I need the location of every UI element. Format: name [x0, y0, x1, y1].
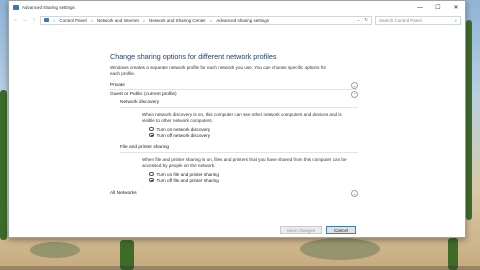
- radio-button[interactable]: [149, 126, 154, 132]
- radio-label: Turn off file and printer sharing: [156, 177, 219, 183]
- breadcrumb-advanced-sharing[interactable]: Advanced sharing settings: [216, 18, 269, 23]
- profile-all-networks-label: All Networks: [110, 191, 137, 196]
- close-button[interactable]: ✕: [447, 1, 465, 14]
- divider: [120, 107, 358, 108]
- breadcrumb-network-sharing-center[interactable]: Network and Sharing Center: [149, 18, 206, 23]
- radio-file-sharing-off[interactable]: Turn off file and printer sharing: [120, 177, 358, 183]
- cancel-button[interactable]: Cancel: [326, 226, 356, 234]
- page-description: Windows creates a separate network profi…: [110, 65, 327, 76]
- file-printer-sharing-description: When file and printer sharing is on, fil…: [142, 157, 347, 168]
- cactus-decoration: [466, 20, 472, 220]
- window-title: Advanced sharing settings: [22, 5, 75, 10]
- divider: [120, 152, 358, 153]
- chevron-down-icon[interactable]: ⌄: [351, 81, 358, 89]
- footer-buttons: Save changes Cancel: [280, 226, 356, 234]
- profile-private[interactable]: Private ⌄: [110, 81, 358, 90]
- search-placeholder: Search Control Panel: [379, 17, 422, 23]
- radio-label: Turn off network discovery: [156, 132, 211, 138]
- radio-button-checked[interactable]: [149, 177, 154, 183]
- network-discovery-title: Network discovery: [120, 100, 160, 105]
- profile-all-networks[interactable]: All Networks ⌄: [110, 189, 358, 198]
- file-printer-sharing-title: File and printer sharing: [120, 145, 170, 150]
- bush-decoration: [300, 238, 380, 260]
- profile-guest-public[interactable]: Guest or Public (current profile) ⌃: [110, 90, 358, 99]
- radio-label: Turn on network discovery: [156, 126, 211, 132]
- network-discovery-description: When network discovery is on, this compu…: [142, 112, 342, 123]
- profile-private-label: Private: [110, 82, 125, 88]
- breadcrumb-network-internet[interactable]: Network and Internet: [97, 18, 139, 23]
- bush-decoration: [30, 242, 80, 258]
- chevron-up-icon[interactable]: ⌃: [351, 91, 358, 98]
- breadcrumb-separator: >: [90, 17, 93, 23]
- refresh-icon[interactable]: ↻: [364, 17, 368, 23]
- radio-button-checked[interactable]: [149, 132, 154, 138]
- profile-guest-public-label: Guest or Public (current profile): [110, 92, 177, 97]
- chevron-down-icon[interactable]: ⌄: [351, 190, 358, 197]
- maximize-button[interactable]: ☐: [429, 1, 447, 14]
- save-changes-button[interactable]: Save changes: [280, 226, 322, 234]
- address-dropdown-icon[interactable]: ⌄: [356, 17, 360, 23]
- sharing-settings-panel: Change sharing options for different net…: [110, 52, 358, 198]
- control-panel-icon: [13, 5, 19, 10]
- up-button[interactable]: ↑: [31, 17, 37, 23]
- address-bar: ← → ↑ > Control Panel > Network and Inte…: [9, 14, 465, 26]
- control-panel-icon: [44, 18, 49, 22]
- radio-network-discovery-off[interactable]: Turn off network discovery: [120, 132, 358, 138]
- minimize-button[interactable]: —: [411, 1, 429, 14]
- title-bar: Advanced sharing settings — ☐ ✕: [9, 1, 465, 14]
- radio-button[interactable]: [149, 171, 154, 177]
- breadcrumb-separator: >: [209, 17, 213, 23]
- radio-label: Turn on file and printer sharing: [156, 171, 219, 177]
- search-input[interactable]: Search Control Panel ⌕: [375, 15, 461, 25]
- breadcrumb-separator: >: [142, 17, 146, 23]
- cactus-decoration: [0, 90, 7, 240]
- forward-button[interactable]: →: [22, 17, 28, 23]
- breadcrumb-separator: >: [53, 17, 56, 23]
- desktop-shadow: [0, 266, 480, 270]
- back-button[interactable]: ←: [13, 17, 19, 23]
- page-title: Change sharing options for different net…: [110, 52, 277, 61]
- search-icon: ⌕: [454, 17, 457, 23]
- breadcrumb[interactable]: > Control Panel > Network and Internet >…: [40, 15, 372, 25]
- breadcrumb-control-panel[interactable]: Control Panel: [59, 18, 86, 23]
